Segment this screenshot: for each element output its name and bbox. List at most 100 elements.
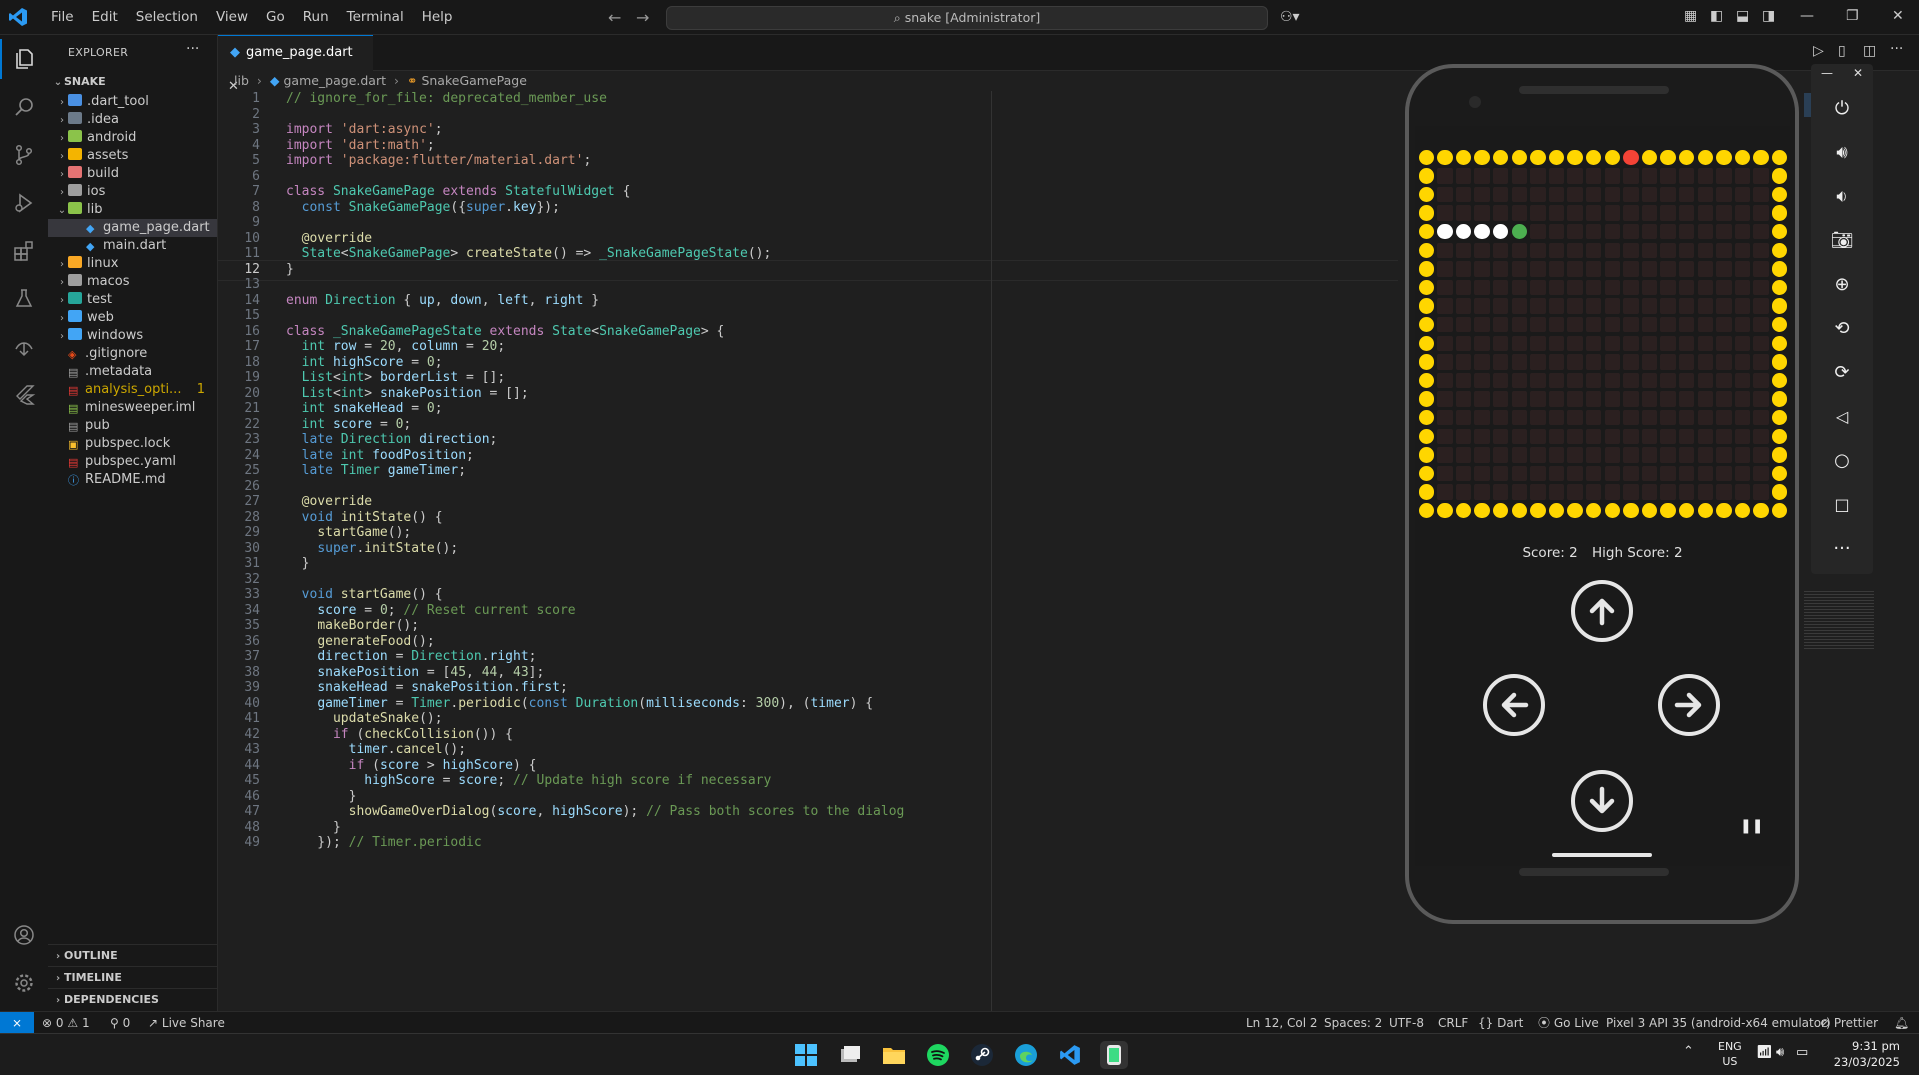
tab-game-page[interactable]: ◆ game_page.dart ✕ <box>218 35 373 94</box>
camera-icon[interactable]: 📷︎ <box>1811 222 1873 258</box>
flutter-device[interactable]: Pixel 3 API 35 (android-x64 emulator) <box>1606 1012 1831 1034</box>
tree-item[interactable]: ▤ minesweeper.iml <box>48 399 217 417</box>
tree-item[interactable]: ⌄ lib <box>48 201 217 219</box>
menu-selection[interactable]: Selection <box>127 0 207 34</box>
tree-item[interactable]: ⓘ README.md <box>48 471 217 489</box>
tree-item[interactable]: › android <box>48 129 217 147</box>
menu-go[interactable]: Go <box>257 0 294 34</box>
accounts-icon[interactable] <box>0 915 48 955</box>
rotate-right-icon[interactable]: ⟳ <box>1811 354 1873 390</box>
right-button[interactable] <box>1658 674 1720 736</box>
dependencies-section[interactable]: › DEPENDENCIES <box>48 988 217 1011</box>
line-ending[interactable]: CRLF <box>1438 1012 1468 1034</box>
tree-item[interactable]: › .dart_tool <box>48 93 217 111</box>
breadcrumb-symbol[interactable]: SnakeGamePage <box>421 73 526 88</box>
edge-icon[interactable] <box>1012 1041 1040 1069</box>
pause-icon[interactable]: ❚❚ <box>1740 818 1763 834</box>
menu-view[interactable]: View <box>207 0 257 34</box>
zoom-icon[interactable]: ⊕ <box>1811 266 1873 302</box>
more-icon[interactable]: ··· <box>1811 530 1873 566</box>
menu-help[interactable]: Help <box>413 0 462 34</box>
home-gesture-bar[interactable] <box>1552 853 1652 857</box>
task-view-icon[interactable] <box>836 1041 864 1069</box>
notifications-icon[interactable]: 🔔︎ <box>1894 1012 1909 1034</box>
arrow-left-icon[interactable]: ← <box>608 8 621 27</box>
split-editor-icon[interactable]: ◫ <box>1863 43 1876 59</box>
volume-down-icon[interactable]: 🔉︎ <box>1811 178 1873 214</box>
copilot-icon[interactable]: ⚇▾ <box>1280 9 1300 25</box>
project-header[interactable]: ⌄ SNAKE <box>48 71 217 93</box>
tree-item[interactable]: › test <box>48 291 217 309</box>
cursor-position[interactable]: Ln 12, Col 2 <box>1246 1012 1318 1034</box>
source-control-icon[interactable] <box>0 135 48 175</box>
rotate-left-icon[interactable]: ⟲ <box>1811 310 1873 346</box>
power-icon[interactable]: ⏻ <box>1811 90 1873 126</box>
volume-up-icon[interactable]: 🔊︎ <box>1811 134 1873 170</box>
menu-run[interactable]: Run <box>294 0 338 34</box>
menu-file[interactable]: File <box>42 0 83 34</box>
gear-icon[interactable] <box>0 963 48 1003</box>
volume-icon[interactable]: 🔊︎ <box>1776 1045 1784 1060</box>
problems-indicator[interactable]: ⊗ 0 ⚠ 1 <box>42 1012 90 1034</box>
timeline-section[interactable]: › TIMELINE <box>48 966 217 989</box>
ports-indicator[interactable]: ⚲ 0 <box>110 1012 130 1034</box>
search-icon[interactable] <box>0 87 48 127</box>
tree-item[interactable]: › assets <box>48 147 217 165</box>
left-button[interactable] <box>1483 674 1545 736</box>
toggle-secondary-sidebar-icon[interactable]: ◨ <box>1762 8 1775 24</box>
restore-icon[interactable]: ❐ <box>1846 8 1859 24</box>
run-file-icon[interactable]: ▷ <box>1813 43 1824 59</box>
flutter-icon[interactable] <box>0 375 48 415</box>
minimize-icon[interactable]: — <box>1800 8 1814 24</box>
arrow-right-icon[interactable]: → <box>636 8 649 27</box>
tree-item[interactable]: ◆ main.dart <box>48 237 217 255</box>
testing-icon[interactable] <box>0 279 48 319</box>
tree-item[interactable]: › linux <box>48 255 217 273</box>
spotify-icon[interactable] <box>924 1041 952 1069</box>
more-actions-icon[interactable]: ··· <box>1890 41 1903 57</box>
windows-start-icon[interactable] <box>792 1041 820 1069</box>
back-icon[interactable]: ◁ <box>1811 398 1873 434</box>
tree-item[interactable]: ◈ .gitignore <box>48 345 217 363</box>
language-mode[interactable]: {} Dart <box>1478 1012 1523 1034</box>
indentation[interactable]: Spaces: 2 <box>1324 1012 1382 1034</box>
close-icon[interactable]: ✕ <box>1853 66 1863 80</box>
device-icon[interactable]: ▯ <box>1838 43 1846 59</box>
more-actions-icon[interactable]: ··· <box>186 41 199 57</box>
toggle-panel-icon[interactable]: ⬓ <box>1736 8 1749 24</box>
remote-indicator-icon[interactable]: ⨯ <box>0 1012 34 1034</box>
code-editor[interactable]: 1 // ignore_for_file: deprecated_member_u… <box>218 91 1398 1011</box>
chevron-up-icon[interactable]: ⌃ <box>1683 1044 1694 1059</box>
tree-item[interactable]: › ios <box>48 183 217 201</box>
minimize-icon[interactable]: — <box>1821 66 1833 80</box>
emulator-taskbar-icon[interactable] <box>1100 1041 1128 1069</box>
file-explorer-icon[interactable] <box>880 1041 908 1069</box>
run-debug-icon[interactable] <box>0 183 48 223</box>
tree-item[interactable]: ◆ game_page.dart <box>48 219 217 237</box>
menu-terminal[interactable]: Terminal <box>338 0 413 34</box>
tree-item[interactable]: › build <box>48 165 217 183</box>
down-button[interactable] <box>1571 770 1633 832</box>
layout-icon[interactable]: ▦ <box>1684 8 1697 24</box>
tree-item[interactable]: › windows <box>48 327 217 345</box>
go-live-button[interactable]: ⦿ Go Live <box>1538 1012 1599 1034</box>
prettier-button[interactable]: ⊘ Prettier <box>1820 1012 1878 1034</box>
steam-icon[interactable] <box>968 1041 996 1069</box>
extensions-icon[interactable] <box>0 231 48 271</box>
overview-icon[interactable]: □ <box>1811 486 1873 522</box>
live-share-button[interactable]: ↗ Live Share <box>148 1012 225 1034</box>
encoding[interactable]: UTF-8 <box>1389 1012 1424 1034</box>
outline-section[interactable]: › OUTLINE <box>48 944 217 967</box>
explorer-icon[interactable] <box>0 39 48 79</box>
tree-item[interactable]: ▤ pubspec.yaml <box>48 453 217 471</box>
close-icon[interactable]: ✕ <box>1892 8 1904 24</box>
tree-item[interactable]: ▤ .metadata <box>48 363 217 381</box>
tree-item[interactable]: › macos <box>48 273 217 291</box>
clock[interactable]: 9:31 pm 23/03/2025 <box>1830 1038 1900 1070</box>
vscode-taskbar-icon[interactable] <box>1056 1041 1084 1069</box>
tree-item[interactable]: ▤ analysis_opti... 1 <box>48 381 217 399</box>
remote-explorer-icon[interactable] <box>0 327 48 367</box>
command-center[interactable]: ⌕ snake [Administrator] <box>666 6 1268 30</box>
tree-item[interactable]: › .idea <box>48 111 217 129</box>
battery-icon[interactable]: ▭ <box>1796 1045 1808 1060</box>
